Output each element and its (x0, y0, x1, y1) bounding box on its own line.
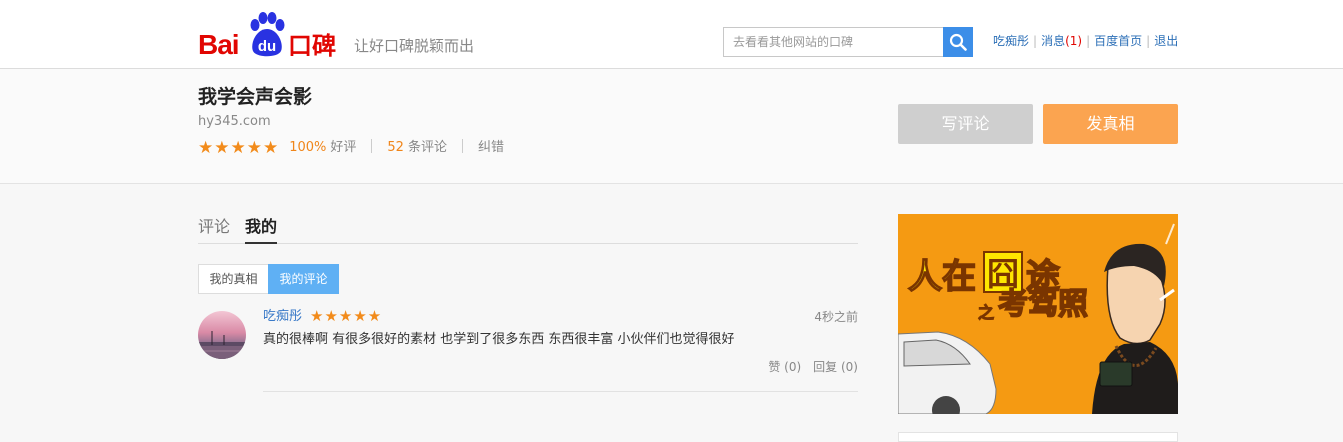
main-tabs: 评论 我的 (198, 216, 858, 244)
ad-sub-1: 之 (978, 303, 994, 322)
messages-count: (1) (1065, 34, 1083, 48)
logo-bai-text: Bai (198, 29, 240, 60)
search-button[interactable] (943, 27, 973, 57)
messages-link[interactable]: 消息(1) (1041, 34, 1082, 48)
write-review-button[interactable]: 写评论 (898, 104, 1033, 144)
username-link[interactable]: 吃痴彤 (993, 34, 1029, 48)
good-percent: 100% (289, 140, 327, 155)
site-rating-row: ★★★★★ 100% 好评 52 条评论 纠错 (198, 138, 504, 158)
comment-actions: 赞 (0) 回复 (0) (768, 359, 858, 375)
logout-link[interactable]: 退出 (1154, 34, 1178, 48)
site-title: 我学会声会影 (198, 86, 313, 108)
review-count: 52 (387, 140, 404, 155)
review-count-label: 条评论 (407, 140, 447, 155)
search-box (723, 27, 973, 57)
user-links: 吃痴彤 | 消息(1) | 百度首页 | 退出 (993, 34, 1179, 48)
correction-link[interactable]: 纠错 (478, 140, 504, 155)
comment-item: 吃痴彤 ★★★★★ 4秒之前 真的很棒啊 有很多很好的素材 也学到了很多东西 东… (198, 307, 858, 392)
avatar[interactable] (198, 311, 246, 359)
comment-username[interactable]: 吃痴彤 (263, 308, 302, 326)
logo-du-text: du (258, 38, 276, 55)
good-label: 好评 (330, 140, 357, 155)
comment-time: 4秒之前 (814, 310, 858, 324)
sidebar-panel (898, 432, 1178, 442)
subtab-my-reviews[interactable]: 我的评论 (268, 264, 339, 294)
post-truth-button[interactable]: 发真相 (1043, 104, 1178, 144)
divider (371, 139, 373, 153)
top-header: Bai du 口碑 让好口碑脱颖而出 吃痴彤|消息(1)|百度首页|退出 (0, 0, 1343, 69)
logo-koubei-text: 口碑 (288, 32, 336, 60)
baidu-paw-icon: du (250, 12, 285, 57)
ad-illustration: 人在 囧 途 之 考驾照 (898, 214, 1178, 414)
messages-label: 消息 (1041, 34, 1066, 48)
comment-text: 真的很棒啊 有很多很好的素材 也学到了很多东西 东西很丰富 小伙伴们也觉得很好 (263, 332, 735, 347)
like-button[interactable]: 赞 (0) (768, 360, 801, 374)
avatar-sunset-image (198, 311, 246, 359)
tab-reviews[interactable]: 评论 (198, 216, 230, 238)
subtab-my-truths[interactable]: 我的真相 (198, 264, 269, 294)
reply-button[interactable]: 回复 (0) (813, 360, 858, 374)
baidu-home-link[interactable]: 百度首页 (1094, 34, 1142, 48)
ad-sub-2: 考驾照 (998, 287, 1088, 322)
slogan: 让好口碑脱颖而出 (354, 37, 475, 55)
site-info-panel: 我学会声会影 hy345.com ★★★★★ 100% 好评 52 条评论 纠错 写评论 … (0, 69, 1343, 184)
search-input[interactable] (723, 27, 944, 57)
tab-mine[interactable]: 我的 (245, 216, 278, 244)
ad-headline-1: 人在 (908, 257, 976, 297)
comment-divider (263, 391, 858, 392)
baidu-koubei-logo[interactable]: Bai du 口碑 (198, 12, 343, 60)
divider (461, 139, 463, 153)
site-domain: hy345.com (198, 114, 271, 129)
comment-rating-stars: ★★★★★ (310, 307, 383, 325)
ad-banner[interactable]: 人在 囧 途 之 考驾照 (898, 214, 1178, 414)
search-icon (949, 33, 967, 51)
site-rating-stars: ★★★★★ (198, 138, 280, 158)
